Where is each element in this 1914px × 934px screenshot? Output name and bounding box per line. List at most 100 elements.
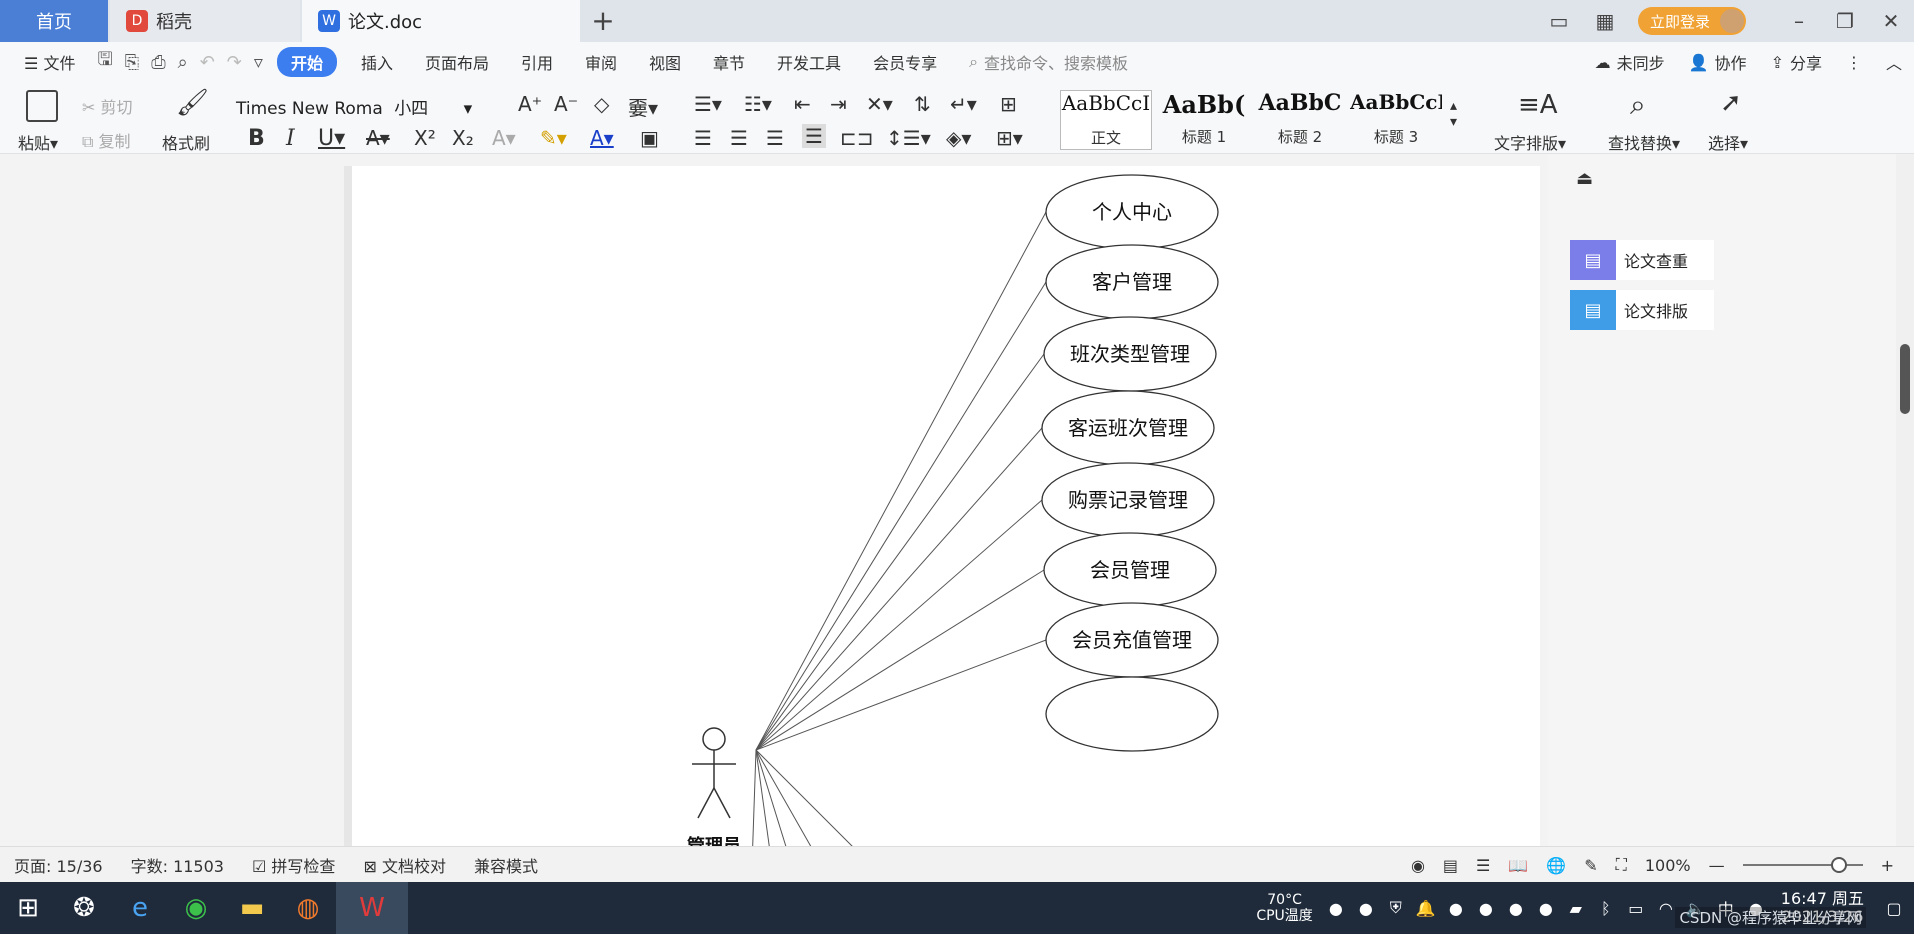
highlight-icon[interactable]: ✎▾ bbox=[540, 126, 567, 150]
table-draw-icon[interactable]: ⊞ bbox=[1000, 92, 1017, 116]
grow-font-icon[interactable]: A⁺ bbox=[518, 92, 542, 116]
page-indicator[interactable]: 页面: 15/36 bbox=[0, 853, 117, 877]
borders-icon[interactable]: ⊞▾ bbox=[996, 126, 1023, 150]
collapse-ribbon-icon[interactable]: ︿ bbox=[1874, 50, 1914, 74]
tray-app-icon[interactable]: ● bbox=[1501, 899, 1531, 918]
fit-page-icon[interactable]: ⛶ bbox=[1616, 855, 1627, 875]
shrink-font-icon[interactable]: A⁻ bbox=[554, 92, 578, 116]
style-heading-2[interactable]: AaBbC 标题 2 bbox=[1254, 90, 1346, 150]
select-button[interactable]: 选择▾ bbox=[1708, 130, 1748, 154]
zoom-slider-knob[interactable] bbox=[1830, 857, 1847, 873]
bullet-list-icon[interactable]: ☰▾ bbox=[694, 92, 722, 116]
style-heading-1[interactable]: AaBb( 标题 1 bbox=[1158, 90, 1250, 150]
find-replace-button[interactable]: 查找替换▾ bbox=[1608, 130, 1680, 154]
new-tab-button[interactable]: + bbox=[588, 4, 618, 37]
bluetooth-icon[interactable]: ᛒ bbox=[1591, 899, 1621, 918]
app-icon-1[interactable]: ❂ bbox=[56, 882, 112, 934]
browser-360-icon[interactable]: ◉ bbox=[168, 882, 224, 934]
notification-icon[interactable]: ▢ bbox=[1874, 899, 1914, 918]
spellcheck-button[interactable]: ☑ 拼写检查 bbox=[238, 853, 349, 877]
font-color-icon[interactable]: A▾ bbox=[590, 126, 614, 150]
sync-button[interactable]: ☁ 未同步 bbox=[1583, 50, 1677, 74]
menu-view[interactable]: 视图 bbox=[633, 50, 697, 74]
text-layout-button[interactable]: 文字排版▾ bbox=[1494, 130, 1566, 154]
char-border-icon[interactable]: ▣ bbox=[640, 126, 659, 150]
sort-icon[interactable]: ⇅ bbox=[914, 92, 931, 116]
nvidia-icon[interactable]: ▰ bbox=[1561, 899, 1591, 918]
shield-icon[interactable]: ⛨ bbox=[1381, 898, 1411, 918]
tray-app-icon[interactable]: ● bbox=[1531, 899, 1561, 918]
tray-app-icon[interactable]: ● bbox=[1321, 899, 1351, 918]
command-search[interactable]: ⌕ 查找命令、搜索模板 bbox=[953, 50, 1144, 74]
shading-icon[interactable]: ◈▾ bbox=[946, 126, 971, 150]
zoom-in-icon[interactable]: + bbox=[1881, 856, 1894, 875]
windows-start-icon[interactable]: ⊞ bbox=[0, 882, 56, 934]
qq-icon[interactable]: ● bbox=[1441, 899, 1471, 918]
media-app-icon[interactable]: ◍ bbox=[280, 882, 336, 934]
paste-button[interactable]: 粘贴▾ bbox=[18, 130, 58, 154]
save-icon[interactable]: 🖫 bbox=[91, 47, 118, 77]
tab-home[interactable]: 首页 bbox=[0, 0, 108, 42]
chinese-layout-icon[interactable]: ✕▾ bbox=[866, 92, 893, 116]
qq-icon[interactable]: ● bbox=[1471, 899, 1501, 918]
menu-chapter[interactable]: 章节 bbox=[697, 50, 761, 74]
increase-indent-icon[interactable]: ⇥ bbox=[830, 92, 847, 116]
redo-icon[interactable]: ↷ bbox=[221, 52, 248, 73]
bold-icon[interactable]: B bbox=[248, 126, 265, 151]
cut-button[interactable]: ✂ 剪切 bbox=[82, 94, 133, 118]
font-selector[interactable]: Times New Roma 小四 ▾ bbox=[236, 94, 506, 119]
tray-app-icon[interactable]: ● bbox=[1351, 899, 1381, 918]
menu-page-layout[interactable]: 页面布局 bbox=[409, 50, 505, 74]
underline-icon[interactable]: U▾ bbox=[318, 126, 345, 151]
web-view-icon[interactable]: 🌐 bbox=[1546, 856, 1566, 875]
collapse-panel-icon[interactable]: ⏏ bbox=[1576, 168, 1593, 189]
bell-icon[interactable]: 🔔 bbox=[1411, 899, 1441, 918]
wps-taskbar-icon[interactable]: W bbox=[336, 882, 408, 934]
battery-icon[interactable]: ▭ bbox=[1621, 899, 1651, 918]
preview-icon[interactable]: ⌕ bbox=[172, 52, 194, 73]
paste-icon[interactable] bbox=[26, 90, 58, 122]
menu-insert[interactable]: 插入 bbox=[345, 50, 409, 74]
layout-switch-icon[interactable]: ▭ bbox=[1536, 9, 1582, 33]
scroll-thumb[interactable] bbox=[1900, 344, 1910, 414]
format-painter-button[interactable]: 格式刷 bbox=[162, 130, 210, 154]
menu-review[interactable]: 审阅 bbox=[569, 50, 633, 74]
superscript-icon[interactable]: X² bbox=[414, 126, 436, 150]
print-icon[interactable]: ⎙ bbox=[145, 52, 171, 73]
justify-icon[interactable]: ☰ bbox=[802, 124, 826, 148]
read-view-icon[interactable]: 📖 bbox=[1508, 856, 1528, 875]
text-effect-icon[interactable]: A▾ bbox=[492, 126, 516, 150]
share-button[interactable]: ⇪ 分享 bbox=[1759, 50, 1834, 74]
align-right-icon[interactable]: ☰ bbox=[766, 126, 784, 150]
italic-icon[interactable]: I bbox=[286, 126, 295, 151]
quick-access-dropdown-icon[interactable]: ▿ bbox=[248, 52, 269, 73]
outline-view-icon[interactable]: ☰ bbox=[1476, 856, 1490, 875]
more-icon[interactable]: ⋮ bbox=[1834, 53, 1874, 72]
pinyin-icon[interactable]: 嫑▾ bbox=[628, 92, 658, 121]
menu-developer[interactable]: 开发工具 bbox=[761, 50, 857, 74]
copy-button[interactable]: ⧉ 复制 bbox=[82, 128, 131, 152]
folder-icon[interactable]: ▬ bbox=[224, 882, 280, 934]
file-menu[interactable]: ☰ 文件 bbox=[0, 50, 91, 74]
edit-icon[interactable]: ✎ bbox=[1584, 856, 1597, 875]
zoom-slider[interactable] bbox=[1742, 857, 1863, 873]
paper-format-button[interactable]: ▤ 论文排版 bbox=[1570, 290, 1714, 330]
style-normal[interactable]: AaBbCcI 正文 bbox=[1060, 90, 1152, 150]
plagiarism-check-button[interactable]: ▤ 论文查重 bbox=[1570, 240, 1714, 280]
line-spacing-icon[interactable]: ↕☰▾ bbox=[886, 126, 931, 150]
menu-references[interactable]: 引用 bbox=[505, 50, 569, 74]
subscript-icon[interactable]: X₂ bbox=[452, 126, 474, 150]
style-heading-3[interactable]: AaBbCcI 标题 3 bbox=[1350, 90, 1442, 150]
output-icon[interactable]: ⎘ bbox=[119, 52, 145, 73]
ie-icon[interactable]: e bbox=[112, 882, 168, 934]
eye-protect-icon[interactable]: ◉ bbox=[1411, 856, 1425, 875]
close-icon[interactable]: ✕ bbox=[1868, 9, 1914, 33]
zoom-out-icon[interactable]: — bbox=[1709, 856, 1725, 875]
page-view-icon[interactable]: ▤ bbox=[1443, 856, 1458, 875]
document-page[interactable]: 管理员 个人中心客户管理班次类型管理客运班次管理购票记录管理会员管理会员充值管理 bbox=[352, 166, 1540, 846]
window-grid-icon[interactable]: ▦ bbox=[1582, 9, 1628, 33]
login-button[interactable]: 立即登录 bbox=[1637, 7, 1746, 35]
cpu-temp[interactable]: 70°C CPU温度 bbox=[1256, 892, 1320, 924]
collab-button[interactable]: 👤 协作 bbox=[1677, 50, 1759, 74]
vertical-scrollbar[interactable] bbox=[1896, 154, 1914, 846]
